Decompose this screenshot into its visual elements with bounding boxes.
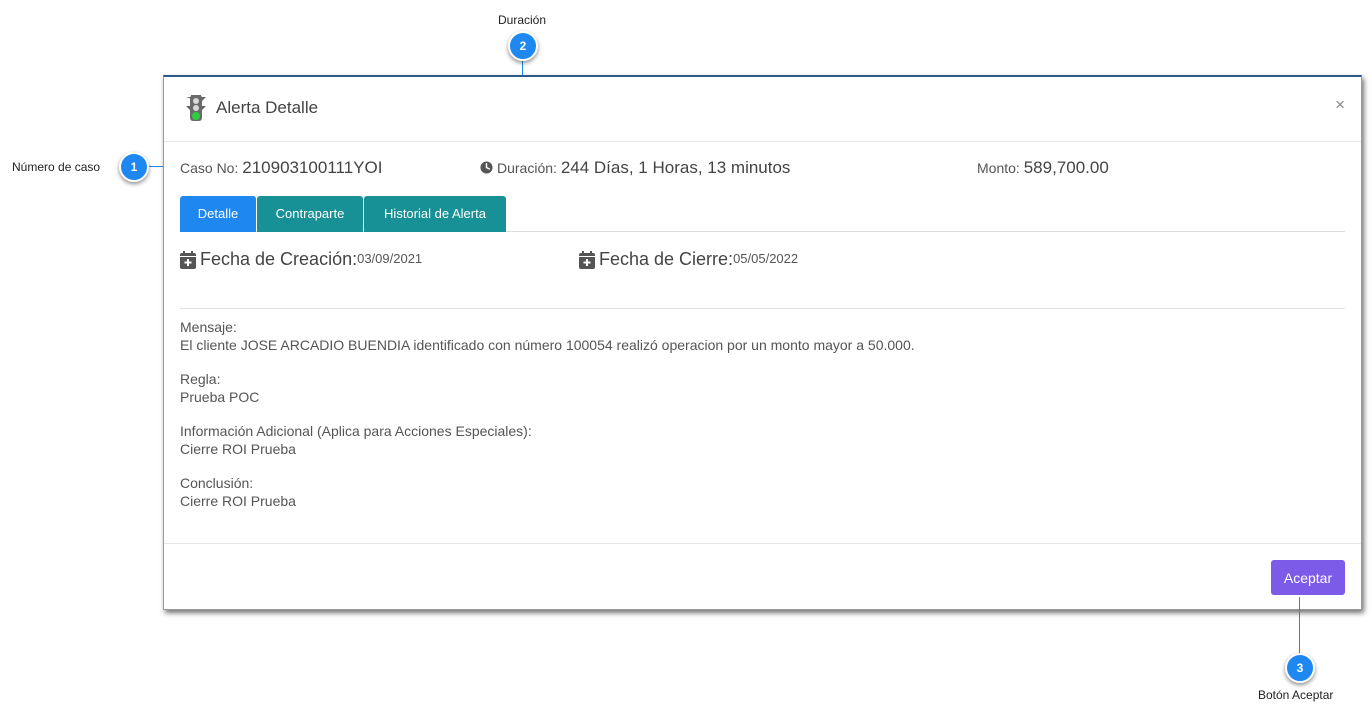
amount: Monto: 589,700.00	[977, 158, 1109, 178]
tab-contraparte[interactable]: Contraparte	[257, 196, 363, 232]
tab-bar: Detalle Contraparte Historial de Alerta	[180, 196, 1345, 232]
clock-icon	[480, 161, 493, 174]
field-label: Mensaje:	[180, 319, 237, 335]
field-regla: Regla: Prueba POC	[180, 370, 259, 406]
screenshot-page: Número de caso 1 Duración 2 Alerta Detal…	[0, 0, 1372, 719]
callout-1-label: Número de caso	[12, 160, 101, 174]
field-informacion-adicional: Información Adicional (Aplica para Accio…	[180, 422, 532, 458]
creation-date-label: Fecha de Creación:	[200, 249, 358, 269]
section-divider	[180, 308, 1345, 309]
case-number: Caso No: 210903100111YOI	[180, 158, 382, 178]
field-value: Cierre ROI Prueba	[180, 493, 296, 509]
modal-footer-divider	[164, 543, 1361, 544]
accept-button[interactable]: Aceptar	[1271, 560, 1345, 595]
callout-2-label: Duración	[498, 13, 547, 27]
duration-label: Duración:	[497, 160, 557, 176]
field-mensaje: Mensaje: El cliente JOSE ARCADIO BUENDIA…	[180, 318, 915, 354]
field-value: Prueba POC	[180, 389, 260, 405]
field-label: Regla:	[180, 371, 221, 387]
field-conclusion: Conclusión: Cierre ROI Prueba	[180, 474, 296, 510]
field-label: Conclusión:	[180, 475, 254, 491]
creation-date-value: 03/09/2021	[357, 251, 423, 266]
creation-date: Fecha de Creación:03/09/2021	[180, 249, 422, 270]
callout-3-line	[1299, 597, 1300, 654]
callout-1-badge: 1	[119, 152, 149, 182]
close-icon[interactable]: ×	[1335, 95, 1345, 115]
calendar-plus-icon	[579, 250, 595, 269]
field-value: El cliente JOSE ARCADIO BUENDIA identifi…	[180, 337, 915, 353]
modal-header: Alerta Detalle ×	[164, 77, 1361, 142]
field-value: Cierre ROI Prueba	[180, 441, 296, 457]
tab-detalle[interactable]: Detalle	[180, 196, 256, 232]
close-date-label: Fecha de Cierre:	[599, 249, 734, 269]
callout-3-label: Botón Aceptar	[1258, 688, 1334, 702]
alert-detail-modal: Alerta Detalle × Caso No: 210903100111YO…	[163, 75, 1362, 610]
calendar-plus-icon	[180, 250, 196, 269]
amount-label: Monto:	[977, 160, 1020, 176]
tab-historial-de-alerta[interactable]: Historial de Alerta	[364, 196, 506, 232]
callout-2-badge: 2	[508, 31, 538, 61]
modal-title: Alerta Detalle	[216, 98, 319, 117]
close-date-value: 05/05/2022	[733, 251, 799, 266]
amount-value: 589,700.00	[1023, 158, 1109, 177]
field-label: Información Adicional (Aplica para Accio…	[180, 423, 532, 439]
case-number-value: 210903100111YOI	[242, 158, 383, 177]
duration-value: 244 Días, 1 Horas, 13 minutos	[560, 158, 791, 177]
close-date: Fecha de Cierre:05/05/2022	[579, 249, 798, 270]
traffic-light-icon	[186, 95, 206, 121]
callout-3-badge: 3	[1285, 653, 1315, 683]
case-number-label: Caso No:	[180, 160, 239, 176]
duration: Duración: 244 Días, 1 Horas, 13 minutos	[480, 158, 790, 178]
